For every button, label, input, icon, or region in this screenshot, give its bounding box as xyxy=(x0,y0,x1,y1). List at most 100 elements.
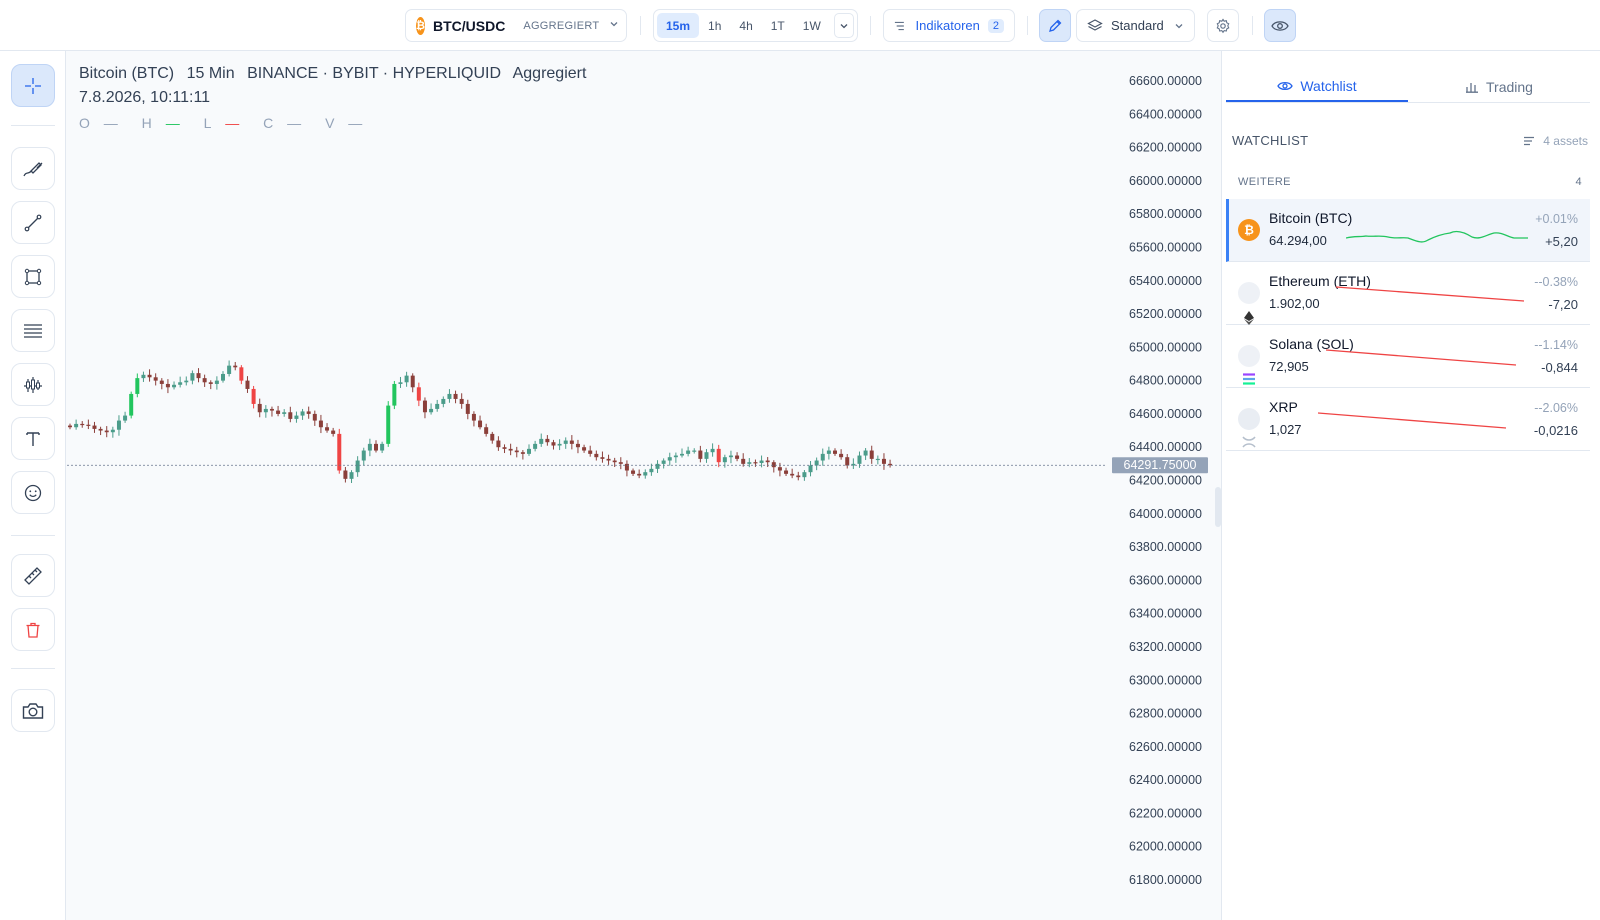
timeframe-1h[interactable]: 1h xyxy=(699,13,730,38)
candle-body xyxy=(490,433,495,441)
watchlist-count[interactable]: 4 assets xyxy=(1523,134,1588,148)
y-axis-tick-label: 64200.00000 xyxy=(1129,474,1202,488)
candle-body xyxy=(563,440,568,444)
trend-line-tool-button[interactable] xyxy=(11,201,55,244)
timeframe-1t[interactable]: 1T xyxy=(762,13,794,38)
candle-body xyxy=(92,425,97,429)
asset-price: 72,905 xyxy=(1269,359,1309,374)
rectangle-tool-button[interactable] xyxy=(11,255,55,298)
candle-body xyxy=(814,460,819,466)
text-icon xyxy=(26,431,40,446)
candle-body xyxy=(741,458,746,464)
candlestick-chart[interactable]: 66600.00000 66400.00000 66200.00000 66000.0… xyxy=(67,51,1220,920)
ruler-tool-button[interactable] xyxy=(11,554,55,597)
timeframe-4h[interactable]: 4h xyxy=(730,13,761,38)
candle-body xyxy=(533,443,538,449)
watchlist-title: WATCHLIST xyxy=(1232,133,1309,148)
candle-body xyxy=(80,423,85,426)
candle-body xyxy=(288,412,293,419)
candle-body xyxy=(857,455,862,464)
tab-trading[interactable]: Trading xyxy=(1408,71,1590,102)
asset-price: 1,027 xyxy=(1269,422,1302,437)
y-axis-tick-label: 65800.00000 xyxy=(1129,207,1202,221)
candle-body xyxy=(839,453,844,458)
candle-body xyxy=(374,443,378,451)
asset-price: 64.294,00 xyxy=(1269,233,1327,248)
delete-drawings-button[interactable] xyxy=(11,608,55,651)
timeframe-15m[interactable]: 15m xyxy=(657,13,700,38)
candle-body xyxy=(777,467,782,471)
candle-body xyxy=(147,374,152,378)
watchlist-item-xrp[interactable]: XRP 1,027 --2.06% -0,0216 xyxy=(1226,388,1590,451)
crosshair-tool-button[interactable] xyxy=(11,64,55,107)
fib-levels-tool-button[interactable] xyxy=(11,309,55,352)
symbol-selector[interactable]: ₿ BTC/USDC AGGREGIERT xyxy=(405,9,627,42)
candle-body xyxy=(643,472,648,476)
candle-body xyxy=(796,475,801,478)
timeframe-1w[interactable]: 1W xyxy=(794,13,830,38)
candle-body xyxy=(98,428,103,431)
screenshot-button[interactable] xyxy=(11,689,55,732)
candle-body xyxy=(649,468,654,473)
y-axis-tick-label: 65000.00000 xyxy=(1129,340,1202,354)
trash-icon xyxy=(26,622,40,638)
candle-body xyxy=(453,393,458,399)
divider xyxy=(1027,16,1028,35)
draw-mode-button[interactable] xyxy=(1039,9,1071,42)
candle-body xyxy=(441,398,446,404)
candle-body xyxy=(820,453,825,461)
chevron-down-icon xyxy=(840,23,848,28)
solana-icon xyxy=(1238,345,1260,385)
legend-asset-name: Bitcoin (BTC) xyxy=(79,65,175,82)
watchlist-group-header[interactable]: WEITERE 4 xyxy=(1238,176,1582,188)
candle-body xyxy=(631,470,636,474)
candle-body xyxy=(447,393,452,399)
candle-body xyxy=(527,448,531,454)
divider xyxy=(11,668,55,669)
price-chart[interactable]: 66600.00000 66400.00000 66200.00000 66000.0… xyxy=(67,51,1220,920)
tab-watchlist[interactable]: Watchlist xyxy=(1226,71,1408,102)
pattern-tool-button[interactable] xyxy=(11,363,55,406)
y-axis-tick-label: 64400.00000 xyxy=(1129,440,1202,454)
candle-body xyxy=(196,373,201,379)
candle-body xyxy=(686,450,691,454)
group-count: 4 xyxy=(1575,176,1582,188)
asset-name: XRP xyxy=(1269,399,1298,415)
candle-body xyxy=(484,427,489,434)
candle-body xyxy=(575,443,580,448)
watchlist-toggle-button[interactable] xyxy=(1264,9,1296,42)
candle-body xyxy=(551,442,556,446)
timeframe-more-button[interactable] xyxy=(833,13,854,38)
watchlist-item-sol[interactable]: Solana (SOL) 72,905 --1.14% -0,844 xyxy=(1226,325,1590,388)
candle-body xyxy=(294,415,299,419)
candle-body xyxy=(765,460,770,463)
group-name: WEITERE xyxy=(1238,176,1291,188)
candle-body xyxy=(404,375,409,383)
layout-selector[interactable]: Standard xyxy=(1076,9,1195,42)
candle-body xyxy=(600,457,605,459)
ohlcv-high: H — xyxy=(141,115,180,131)
watchlist-item-eth[interactable]: Ethereum (ETH) 1.902,00 --0.38% -7,20 xyxy=(1226,262,1590,325)
watchlist-item-btc[interactable]: ₿ Bitcoin (BTC) 64.294,00 +0.01% +5,20 xyxy=(1226,199,1590,262)
crosshair-icon xyxy=(25,77,41,94)
candle-body xyxy=(349,472,354,479)
brush-tool-button[interactable] xyxy=(11,147,55,190)
emoji-tool-button[interactable] xyxy=(11,471,55,514)
chevron-down-icon xyxy=(609,19,619,32)
text-tool-button[interactable] xyxy=(11,417,55,460)
indicators-button[interactable]: Indikatoren 2 xyxy=(883,9,1015,42)
candle-body xyxy=(184,380,189,383)
candle-body xyxy=(141,374,146,379)
candle-body xyxy=(716,448,721,463)
eye-icon xyxy=(1277,81,1294,90)
list-icon xyxy=(1524,136,1535,145)
candle-body xyxy=(735,455,740,459)
candle-body xyxy=(459,398,464,404)
pattern-icon xyxy=(24,376,42,393)
ohlcv-readout: O — H — L — C — V — xyxy=(79,115,594,131)
settings-button[interactable] xyxy=(1207,9,1239,42)
asset-percent-change: --1.14% xyxy=(1534,338,1578,352)
brush-icon xyxy=(23,161,43,176)
candle-body xyxy=(520,452,525,454)
candle-body xyxy=(110,429,115,433)
